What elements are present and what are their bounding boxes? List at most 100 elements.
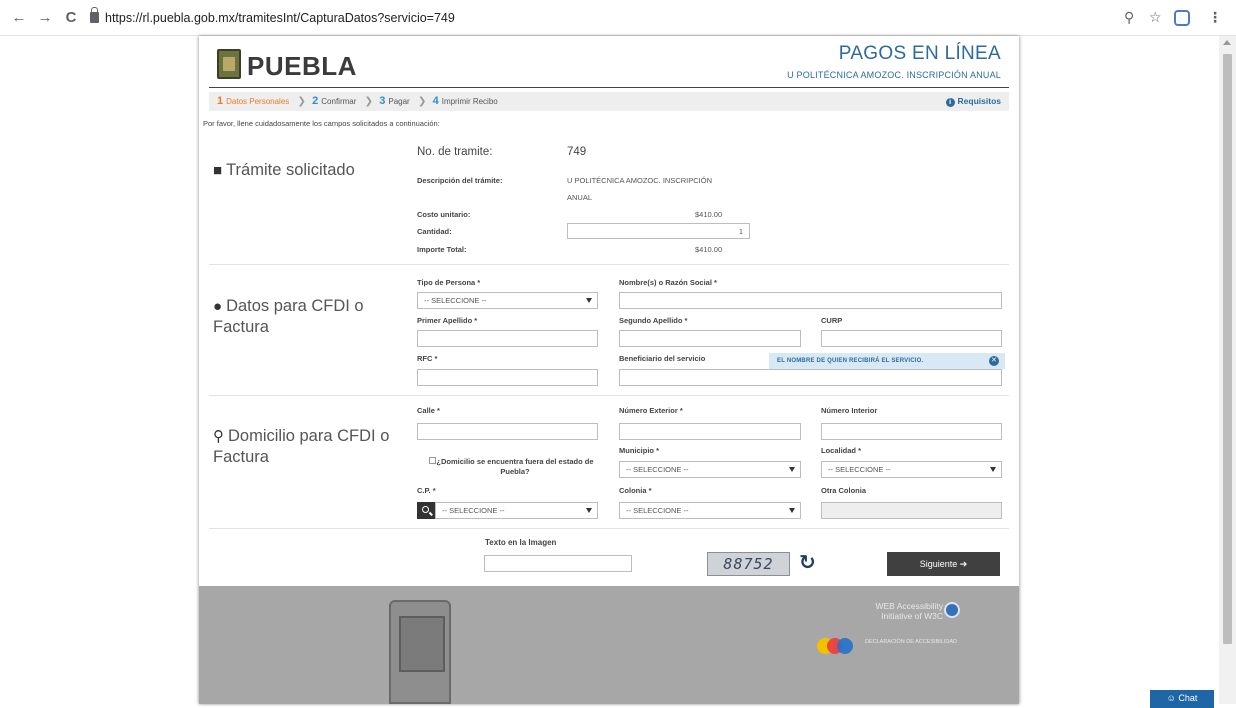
chat-icon: ☺: [1166, 693, 1179, 703]
curp-label: CURP: [821, 316, 843, 325]
declaracion-accesibilidad[interactable]: DECLARACIÓN DE ACCESIBILIDAD: [865, 639, 985, 646]
no-tramite-value: 749: [567, 146, 587, 158]
bookmark-star-icon[interactable]: ☆: [1149, 9, 1162, 26]
cp-select[interactable]: -- SELECCIONE --: [435, 502, 598, 519]
calle-label: Calle *: [417, 406, 440, 415]
nombre-label: Nombre(s) o Razón Social *: [619, 278, 717, 287]
cantidad-input[interactable]: 1: [567, 223, 750, 239]
descripcion-label: Descripción del trámite:: [417, 176, 503, 185]
beneficiario-input[interactable]: [619, 369, 1002, 386]
user-icon: ●: [213, 298, 223, 315]
colonia-value: -- SELECCIONE --: [626, 506, 689, 515]
steps-bar: 1 Datos Personales ❯ 2 Confirmar ❯ 3 Pagar …: [209, 92, 1009, 111]
chevron-right-icon: ❯: [417, 96, 427, 107]
section-divider: [209, 264, 1009, 265]
search-button[interactable]: [417, 502, 435, 519]
reload-icon[interactable]: C: [62, 9, 80, 27]
step-4-label: Imprimir Recibo: [441, 97, 498, 106]
back-icon[interactable]: ←: [10, 9, 28, 27]
footer: WEB Accessibility Initiative of W3C DECL…: [199, 586, 1019, 704]
municipio-label: Municipio *: [619, 446, 659, 455]
step-3-label: Pagar: [388, 97, 410, 106]
descripcion-value-2: ANUAL: [567, 193, 593, 202]
municipio-value: -- SELECCIONE --: [626, 465, 689, 474]
importe-label: Importe Total:: [417, 245, 467, 254]
step-1-number: 1: [217, 95, 224, 107]
segundo-apellido-label: Segundo Apellido *: [619, 316, 688, 325]
page-scrollbar[interactable]: [1219, 36, 1236, 704]
caret-down-icon: [789, 508, 795, 513]
cp-label: C.P. *: [417, 486, 436, 495]
url-text: https://rl.puebla.gob.mx/tramitesInt/Cap…: [105, 11, 455, 25]
header-divider: [209, 87, 1009, 88]
browser-toolbar: ← → C https://rl.puebla.gob.mx/tramitesI…: [0, 0, 1236, 36]
scroll-thumb[interactable]: [1223, 54, 1232, 644]
requisitos-label: Requisitos: [957, 96, 1001, 106]
extension-icon[interactable]: [1174, 10, 1190, 26]
colonia-select[interactable]: -- SELECCIONE --: [619, 502, 801, 519]
primer-apellido-label: Primer Apellido *: [417, 316, 478, 325]
num-ext-input[interactable]: [619, 423, 801, 440]
chevron-right-icon: ❯: [364, 96, 374, 107]
rfc-input[interactable]: [417, 369, 598, 386]
caret-down-icon: [586, 508, 592, 513]
segundo-apellido-input[interactable]: [619, 330, 801, 347]
costo-label: Costo unitario:: [417, 210, 471, 219]
info-icon: i: [945, 98, 955, 107]
otra-colonia-label: Otra Colonia: [821, 486, 867, 495]
colonia-label: Colonia *: [619, 486, 652, 495]
captcha-image: 88752: [707, 552, 790, 576]
otra-colonia-input[interactable]: [821, 502, 1002, 519]
w3c-accessibility-link[interactable]: WEB Accessibility Initiative of W3C: [867, 601, 943, 621]
section-cfdi: ● Datos para CFDI o Factura: [213, 296, 393, 338]
step-1-label: Datos Personales: [226, 97, 290, 106]
caret-down-icon: [789, 467, 795, 472]
puebla-seal-icon: [389, 600, 451, 704]
municipio-select[interactable]: -- SELECCIONE --: [619, 461, 801, 478]
beneficiario-tooltip: EL NOMBRE DE QUIEN RECIBIRÁ EL SERVICIO.…: [769, 353, 1005, 369]
importe-value: $410.00: [695, 245, 723, 254]
descripcion-value-1: U POLITÉCNICA AMOZOC. INSCRIPCIÓN: [567, 176, 713, 185]
nombre-input[interactable]: [619, 292, 1002, 309]
rfc-label: RFC *: [417, 354, 438, 363]
section-tramite-title: Trámite solicitado: [226, 161, 355, 179]
menu-icon[interactable]: ⋮: [1208, 9, 1222, 26]
num-int-input[interactable]: [821, 423, 1002, 440]
tipo-persona-label: Tipo de Persona *: [417, 278, 481, 287]
map-marker-icon: ⚲: [213, 428, 224, 445]
brand-name: PUEBLA: [247, 51, 357, 81]
zoom-icon[interactable]: ⚲: [1124, 9, 1134, 26]
fuera-puebla-label: ¿Domicilio se encuentra fuera del estado…: [436, 457, 594, 476]
chevron-right-icon: ❯: [297, 96, 306, 107]
num-int-label: Número Interior: [821, 406, 878, 415]
chat-button[interactable]: ☺ Chat: [1150, 690, 1214, 708]
tipo-persona-select[interactable]: -- SELECCIONE --: [417, 292, 598, 309]
scroll-up-arrow-icon[interactable]: [1223, 40, 1231, 45]
siguiente-button[interactable]: Siguiente ➔: [887, 552, 1000, 576]
lock-icon: [90, 7, 99, 23]
search-icon: [422, 506, 429, 513]
primer-apellido-input[interactable]: [417, 330, 598, 347]
captcha-input[interactable]: [484, 555, 632, 572]
beneficiario-label: Beneficiario del servicio: [619, 354, 706, 363]
form-sheet: PUEBLA PAGOS EN LÍNEA U POLITÉCNICA AMOZ…: [199, 36, 1019, 704]
requisitos-link[interactable]: i Requisitos: [945, 92, 1001, 111]
intro-text: Por favor, llene cuidadosamente los camp…: [203, 119, 440, 128]
forward-icon[interactable]: →: [36, 9, 54, 27]
address-bar[interactable]: https://rl.puebla.gob.mx/tramitesInt/Cap…: [90, 7, 1090, 29]
section-divider: [209, 528, 1009, 529]
step-4-number: 4: [432, 95, 439, 107]
close-icon[interactable]: ✕: [989, 356, 999, 366]
section-tramite: ■ Trámite solicitado: [213, 160, 393, 181]
localidad-select[interactable]: -- SELECCIONE --: [821, 461, 1002, 478]
page-title: PAGOS EN LÍNEA: [838, 43, 1001, 64]
calle-input[interactable]: [417, 423, 598, 440]
step-2-label: Confirmar: [321, 97, 357, 106]
accessibility-logo-icon: [817, 638, 861, 654]
cp-value: -- SELECCIONE --: [442, 506, 505, 515]
page-subtitle: U POLITÉCNICA AMOZOC. INSCRIPCIÓN ANUAL: [787, 70, 1001, 80]
refresh-icon[interactable]: ↻: [799, 552, 819, 574]
puebla-logo-icon: [217, 49, 241, 79]
caret-down-icon: [990, 467, 996, 472]
curp-input[interactable]: [821, 330, 1002, 347]
